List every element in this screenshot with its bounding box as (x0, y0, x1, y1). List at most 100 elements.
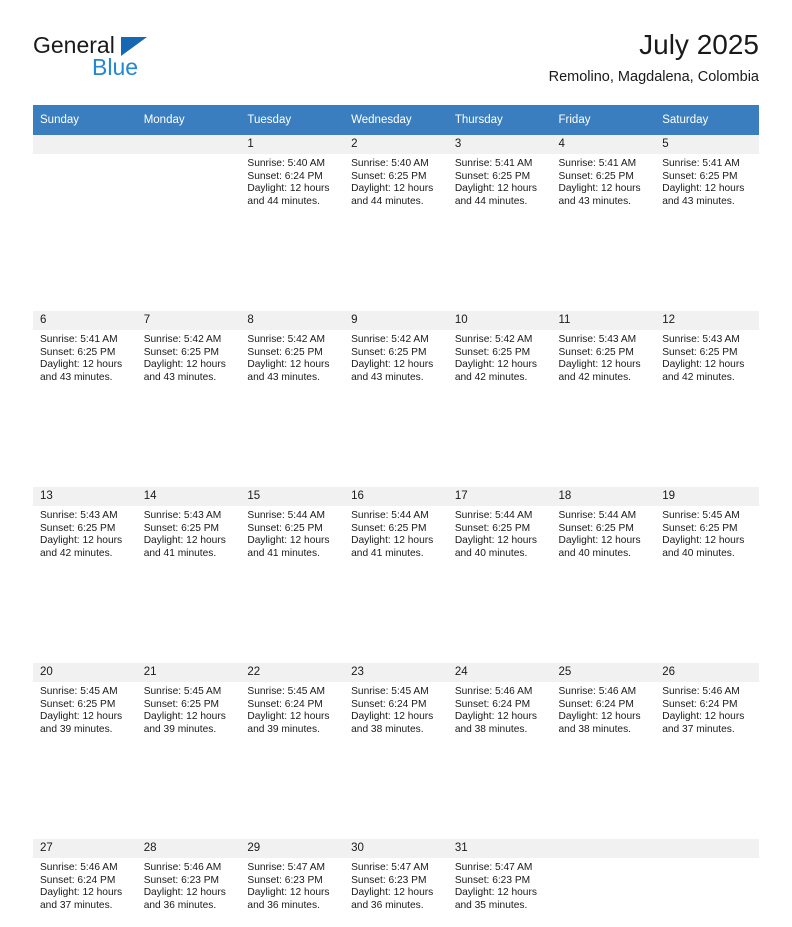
calendar-day-cell[interactable]: 28 Sunrise: 5:46 AM Sunset: 6:23 PM Dayligh… (136, 839, 241, 927)
calendar-cell-empty (655, 839, 759, 927)
daylight-text-line1: Daylight: 12 hours (558, 711, 641, 723)
day-details: Sunrise: 5:44 AM Sunset: 6:25 PM Daylight:… (240, 506, 344, 560)
title-block: July 2025 Remolino, Magdalena, Colombia (549, 28, 759, 86)
daylight-text-line1: Daylight: 12 hours (454, 711, 537, 723)
sunrise-text: Sunrise: 5:41 AM (454, 158, 533, 169)
page-title: July 2025 (639, 29, 759, 60)
calendar-day-cell[interactable]: 11 Sunrise: 5:43 AM Sunset: 6:25 PM Dayligh… (551, 311, 656, 399)
calendar-day-cell[interactable]: 23 Sunrise: 5:45 AM Sunset: 6:24 PM Dayligh… (344, 663, 448, 751)
daylight-text-line1: Daylight: 12 hours (40, 887, 123, 899)
day-number: 30 (344, 839, 448, 858)
sunset-text: Sunset: 6:25 PM (558, 170, 634, 182)
day-number: 7 (136, 311, 241, 330)
sunset-text: Sunset: 6:23 PM (247, 874, 323, 886)
calendar-day-cell[interactable]: 10 Sunrise: 5:42 AM Sunset: 6:25 PM Dayligh… (447, 311, 552, 399)
day-details: Sunrise: 5:46 AM Sunset: 6:24 PM Daylight:… (552, 682, 656, 736)
day-details: Sunrise: 5:45 AM Sunset: 6:25 PM Daylight:… (33, 682, 137, 736)
daylight-text-line2: and 43 minutes. (558, 195, 632, 207)
calendar-week-row: 13 Sunrise: 5:43 AM Sunset: 6:25 PM Dayligh… (33, 487, 759, 575)
calendar-day-cell[interactable]: 13 Sunrise: 5:43 AM Sunset: 6:25 PM Dayligh… (33, 487, 137, 575)
day-number: 6 (33, 311, 137, 330)
day-number: 18 (551, 487, 656, 506)
calendar-day-cell[interactable]: 30 Sunrise: 5:47 AM Sunset: 6:23 PM Dayligh… (344, 839, 448, 927)
weekday-header-saturday: Saturday (655, 105, 759, 135)
day-details: Sunrise: 5:46 AM Sunset: 6:23 PM Daylight:… (137, 858, 241, 912)
calendar-day-cell[interactable]: 9 Sunrise: 5:42 AM Sunset: 6:25 PM Daylight… (344, 311, 448, 399)
calendar-day-cell[interactable]: 5 Sunrise: 5:41 AM Sunset: 6:25 PM Daylight… (655, 135, 759, 223)
calendar-day-cell[interactable]: 22 Sunrise: 5:45 AM Sunset: 6:24 PM Dayligh… (240, 663, 345, 751)
calendar-day-cell[interactable]: 8 Sunrise: 5:42 AM Sunset: 6:25 PM Daylight… (240, 311, 345, 399)
week-separator-line (33, 399, 759, 487)
day-number (551, 839, 656, 858)
calendar-day-cell[interactable]: 14 Sunrise: 5:43 AM Sunset: 6:25 PM Dayligh… (136, 487, 241, 575)
day-details: Sunrise: 5:43 AM Sunset: 6:25 PM Daylight:… (137, 506, 241, 560)
day-number (33, 135, 137, 154)
calendar-day-cell[interactable]: 19 Sunrise: 5:45 AM Sunset: 6:25 PM Dayligh… (655, 487, 759, 575)
calendar-day-cell[interactable]: 12 Sunrise: 5:43 AM Sunset: 6:25 PM Dayligh… (655, 311, 759, 399)
sunset-text: Sunset: 6:25 PM (143, 346, 220, 358)
day-details: Sunrise: 5:44 AM Sunset: 6:25 PM Daylight:… (552, 506, 656, 560)
daylight-text-line1: Daylight: 12 hours (247, 183, 330, 195)
calendar-day-cell[interactable]: 16 Sunrise: 5:44 AM Sunset: 6:25 PM Dayligh… (344, 487, 448, 575)
daylight-text-line1: Daylight: 12 hours (662, 183, 745, 195)
calendar-page: General Blue July 2025 Remolino, Magdale… (0, 0, 792, 927)
daylight-text-line1: Daylight: 12 hours (143, 535, 226, 547)
sunrise-text: Sunrise: 5:42 AM (247, 334, 325, 345)
daylight-text-line2: and 38 minutes. (454, 723, 528, 735)
calendar-day-cell[interactable]: 18 Sunrise: 5:44 AM Sunset: 6:25 PM Dayligh… (551, 487, 656, 575)
day-details: Sunrise: 5:47 AM Sunset: 6:23 PM Daylight:… (344, 858, 448, 912)
sunset-text: Sunset: 6:25 PM (351, 170, 427, 182)
day-details: Sunrise: 5:44 AM Sunset: 6:25 PM Daylight:… (448, 506, 552, 560)
daylight-text-line2: and 40 minutes. (454, 547, 528, 559)
daylight-text-line1: Daylight: 12 hours (247, 359, 330, 371)
calendar-day-cell[interactable]: 6 Sunrise: 5:41 AM Sunset: 6:25 PM Daylight… (33, 311, 137, 399)
day-number: 21 (136, 663, 241, 682)
calendar-day-cell[interactable]: 7 Sunrise: 5:42 AM Sunset: 6:25 PM Daylight… (136, 311, 241, 399)
daylight-text-line2: and 41 minutes. (143, 547, 217, 559)
calendar-day-cell[interactable]: 31 Sunrise: 5:47 AM Sunset: 6:23 PM Dayligh… (447, 839, 552, 927)
calendar-day-cell[interactable]: 21 Sunrise: 5:45 AM Sunset: 6:25 PM Dayligh… (136, 663, 241, 751)
calendar-day-cell[interactable]: 29 Sunrise: 5:47 AM Sunset: 6:23 PM Dayligh… (240, 839, 345, 927)
sunset-text: Sunset: 6:25 PM (351, 346, 427, 358)
day-number: 10 (447, 311, 552, 330)
sunset-text: Sunset: 6:24 PM (558, 698, 634, 710)
sunrise-text: Sunrise: 5:45 AM (351, 686, 429, 697)
sunset-text: Sunset: 6:23 PM (351, 874, 427, 886)
calendar-day-cell[interactable]: 25 Sunrise: 5:46 AM Sunset: 6:24 PM Dayligh… (551, 663, 656, 751)
day-number: 2 (344, 135, 448, 154)
daylight-text-line2: and 38 minutes. (558, 723, 632, 735)
daylight-text-line2: and 42 minutes. (558, 371, 632, 383)
sunset-text: Sunset: 6:25 PM (662, 170, 738, 182)
calendar-day-cell[interactable]: 1 Sunrise: 5:40 AM Sunset: 6:24 PM Daylight… (240, 135, 345, 223)
day-details: Sunrise: 5:42 AM Sunset: 6:25 PM Daylight:… (448, 330, 552, 384)
daylight-text-line2: and 43 minutes. (247, 371, 320, 383)
daylight-text-line1: Daylight: 12 hours (662, 359, 745, 371)
daylight-text-line2: and 42 minutes. (40, 547, 113, 559)
sunset-text: Sunset: 6:25 PM (454, 346, 531, 358)
week-separator-line (33, 223, 759, 311)
calendar-body: 1 Sunrise: 5:40 AM Sunset: 6:24 PM Daylight… (33, 135, 759, 927)
daylight-text-line1: Daylight: 12 hours (40, 535, 123, 547)
day-details: Sunrise: 5:41 AM Sunset: 6:25 PM Daylight:… (655, 154, 759, 208)
sunrise-text: Sunrise: 5:45 AM (40, 686, 118, 697)
calendar-day-cell[interactable]: 15 Sunrise: 5:44 AM Sunset: 6:25 PM Dayligh… (240, 487, 345, 575)
day-details: Sunrise: 5:45 AM Sunset: 6:25 PM Daylight:… (655, 506, 759, 560)
calendar-day-cell[interactable]: 17 Sunrise: 5:44 AM Sunset: 6:25 PM Dayligh… (447, 487, 552, 575)
calendar-day-cell[interactable]: 24 Sunrise: 5:46 AM Sunset: 6:24 PM Dayligh… (447, 663, 552, 751)
daylight-text-line2: and 44 minutes. (351, 195, 424, 207)
calendar-day-cell[interactable]: 2 Sunrise: 5:40 AM Sunset: 6:25 PM Daylight… (344, 135, 448, 223)
day-details: Sunrise: 5:46 AM Sunset: 6:24 PM Daylight:… (33, 858, 137, 912)
calendar-day-cell[interactable]: 3 Sunrise: 5:41 AM Sunset: 6:25 PM Daylight… (447, 135, 552, 223)
sunrise-sunset-calendar: Sunday Monday Tuesday Wednesday Thursday… (33, 105, 759, 927)
daylight-text-line1: Daylight: 12 hours (351, 535, 434, 547)
calendar-day-cell[interactable]: 20 Sunrise: 5:45 AM Sunset: 6:25 PM Dayligh… (33, 663, 137, 751)
calendar-day-cell[interactable]: 27 Sunrise: 5:46 AM Sunset: 6:24 PM Dayligh… (33, 839, 137, 927)
sunset-text: Sunset: 6:25 PM (351, 522, 427, 534)
sunrise-text: Sunrise: 5:45 AM (247, 686, 325, 697)
calendar-day-cell[interactable]: 4 Sunrise: 5:41 AM Sunset: 6:25 PM Daylight… (551, 135, 656, 223)
sunrise-text: Sunrise: 5:46 AM (558, 686, 637, 697)
calendar-day-cell[interactable]: 26 Sunrise: 5:46 AM Sunset: 6:24 PM Dayligh… (655, 663, 759, 751)
daylight-text-line1: Daylight: 12 hours (247, 535, 330, 547)
daylight-text-line2: and 43 minutes. (351, 371, 424, 383)
sunrise-text: Sunrise: 5:43 AM (662, 334, 740, 345)
